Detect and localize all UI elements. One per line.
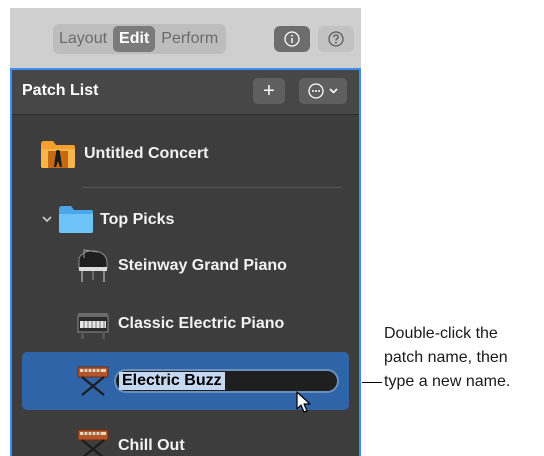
patch-row-classic-electric-piano[interactable]: Classic Electric Piano	[12, 296, 359, 352]
patch-label: Classic Electric Piano	[118, 315, 285, 332]
concert-row[interactable]: Untitled Concert	[12, 126, 359, 182]
patch-row-steinway[interactable]: Steinway Grand Piano	[12, 238, 359, 294]
plus-icon: +	[263, 79, 275, 102]
info-icon	[284, 31, 300, 47]
callout-text: Double-click the patch name, then type a…	[384, 322, 544, 394]
mouse-pointer-icon	[296, 391, 311, 413]
mainstage-window: Layout Edit Perform Patch List + Untitle…	[10, 8, 361, 456]
info-button[interactable]	[274, 26, 310, 52]
callout-line-2: patch name, then	[384, 349, 508, 366]
help-icon	[328, 31, 344, 47]
perform-mode-button[interactable]: Perform	[157, 24, 222, 54]
panel-title: Patch List	[22, 82, 99, 99]
action-menu-button[interactable]	[299, 78, 347, 104]
add-patch-button[interactable]: +	[253, 78, 285, 104]
callout-line	[362, 382, 382, 383]
concert-label: Untitled Concert	[84, 145, 209, 162]
patch-label: Chill Out	[118, 437, 185, 454]
layout-mode-button[interactable]: Layout	[59, 24, 111, 54]
concert-folder-icon	[41, 141, 75, 168]
mode-selector: Layout Edit Perform	[53, 24, 226, 54]
grand-piano-icon	[78, 249, 108, 282]
callout-line-1: Double-click the	[384, 325, 498, 342]
patch-name-field[interactable]: Electric Buzz	[114, 369, 339, 393]
patch-label: Steinway Grand Piano	[118, 257, 287, 274]
synthesizer-icon	[77, 429, 109, 456]
electric-piano-icon	[77, 313, 109, 339]
set-label: Top Picks	[100, 211, 175, 228]
patch-list-header: Patch List +	[12, 70, 359, 115]
help-button[interactable]	[318, 26, 354, 52]
edit-mode-button[interactable]: Edit	[113, 26, 156, 52]
patch-name-text[interactable]: Electric Buzz	[119, 372, 225, 390]
top-toolbar: Layout Edit Perform	[10, 8, 361, 68]
disclosure-chevron-icon[interactable]	[42, 216, 52, 223]
synthesizer-icon	[77, 366, 109, 396]
callout-line-3: type a new name.	[384, 373, 511, 390]
chevron-down-icon	[329, 88, 338, 94]
folder-icon	[59, 206, 93, 233]
divider	[82, 187, 342, 188]
patch-row-chill-out[interactable]: Chill Out	[12, 418, 359, 456]
more-icon	[308, 83, 324, 99]
